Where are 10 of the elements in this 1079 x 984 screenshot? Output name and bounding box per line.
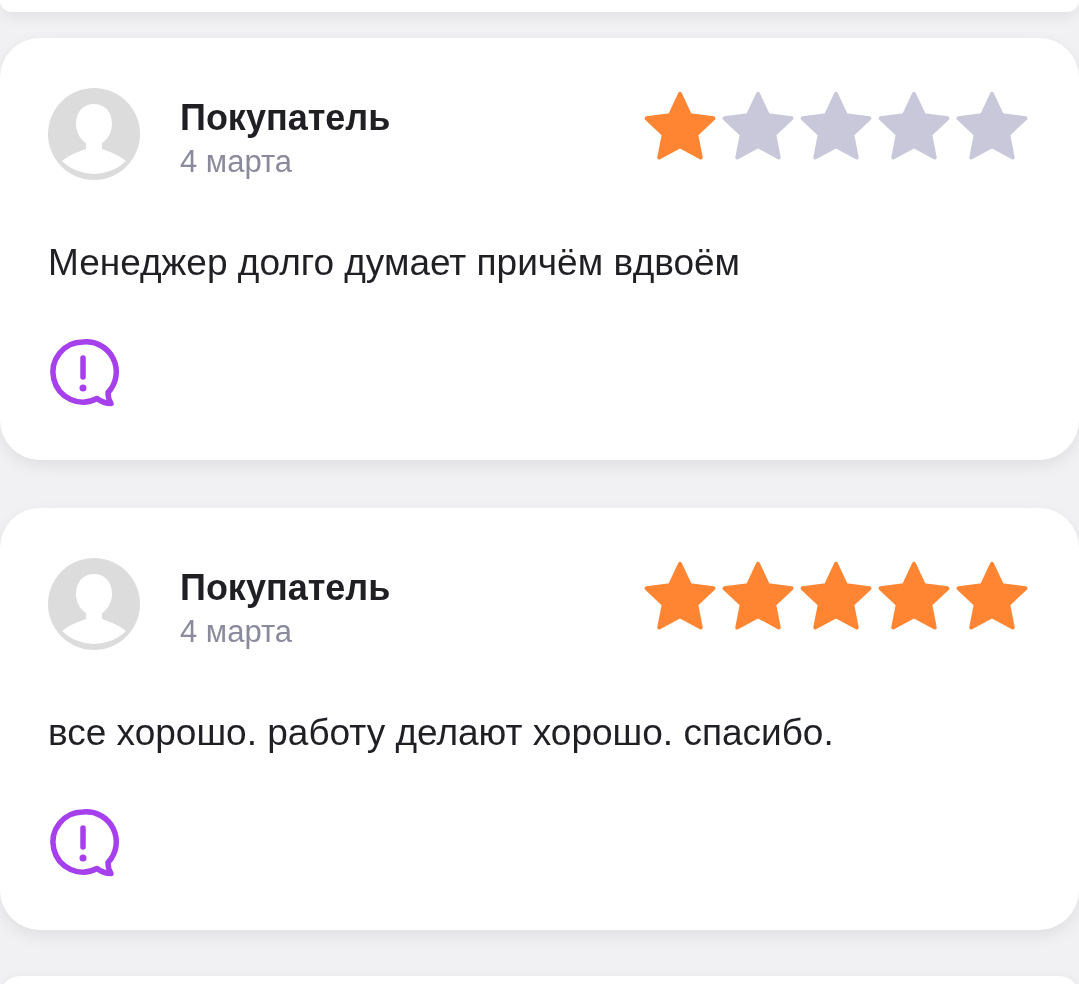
author-name: Покупатель xyxy=(180,96,392,140)
report-icon[interactable] xyxy=(48,808,118,878)
avatar-icon xyxy=(48,88,140,180)
author-name: Покупатель xyxy=(180,566,392,610)
review-text: Менеджер долго думает причём вдвоём xyxy=(48,241,742,285)
avatar-icon xyxy=(48,558,140,650)
review-text: все хорошо. работу делают хорошо. спасибо. xyxy=(48,711,835,755)
review-date: 4 марта xyxy=(180,143,294,181)
review-date: 4 марта xyxy=(180,613,294,651)
report-icon[interactable] xyxy=(48,338,118,408)
